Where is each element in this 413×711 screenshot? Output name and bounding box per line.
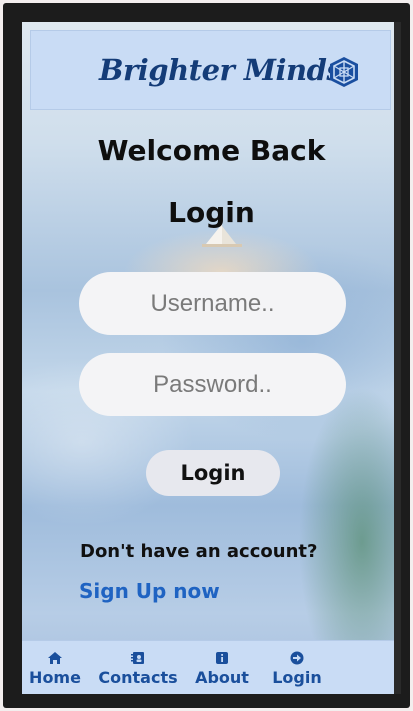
nav-item-about[interactable]: About bbox=[195, 641, 249, 687]
no-account-text: Don't have an account? bbox=[80, 541, 318, 562]
nav-label-login: Login bbox=[272, 668, 322, 687]
password-input[interactable] bbox=[79, 353, 346, 416]
nav-label-about: About bbox=[195, 668, 249, 687]
nav-item-home[interactable]: Home bbox=[29, 641, 81, 687]
username-input[interactable] bbox=[79, 272, 346, 335]
login-heading: Login bbox=[168, 196, 255, 229]
scrollbar[interactable] bbox=[394, 22, 401, 694]
login-button[interactable]: Login bbox=[146, 450, 280, 496]
login-arrow-icon bbox=[290, 651, 304, 665]
signup-link[interactable]: Sign Up now bbox=[79, 579, 220, 603]
address-book-icon bbox=[131, 652, 144, 664]
app-screen: Brighter Minds Welcome Back Login Login … bbox=[22, 22, 401, 694]
welcome-heading: Welcome Back bbox=[97, 134, 326, 167]
nav-label-home: Home bbox=[29, 668, 81, 687]
nav-label-contacts: Contacts bbox=[98, 668, 178, 687]
brand-title: Brighter Minds bbox=[99, 53, 343, 87]
info-icon bbox=[216, 652, 228, 664]
home-icon bbox=[48, 652, 62, 664]
cube-logo-icon bbox=[330, 57, 358, 87]
nav-item-contacts[interactable]: Contacts bbox=[98, 641, 178, 687]
nav-item-login[interactable]: Login bbox=[272, 641, 322, 687]
bottom-nav: Home Contacts About Login bbox=[22, 640, 394, 694]
device-frame: Brighter Minds Welcome Back Login Login … bbox=[3, 3, 410, 708]
app-header: Brighter Minds bbox=[30, 30, 391, 110]
